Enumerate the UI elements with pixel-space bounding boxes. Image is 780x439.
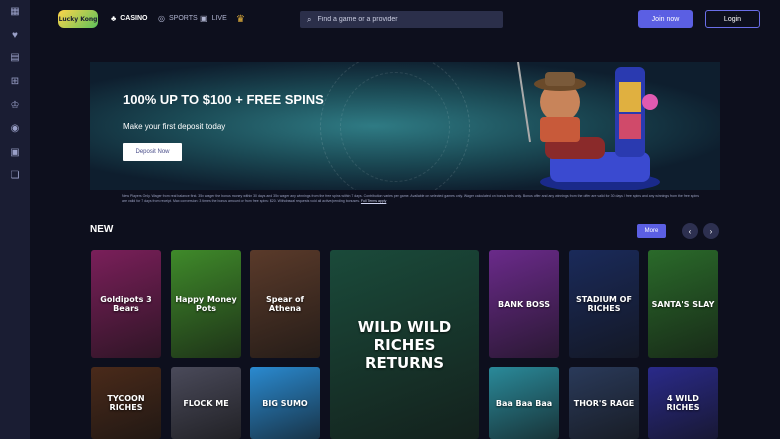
game-tile-title: WILD WILD RICHES RETURNS bbox=[357, 317, 452, 372]
game-tile-title: BANK BOSS bbox=[497, 299, 551, 309]
cowboy-slot-illustration bbox=[517, 62, 660, 190]
full-terms-link[interactable]: Full Terms apply bbox=[361, 199, 386, 203]
login-button[interactable]: Login bbox=[705, 10, 760, 28]
game-tile[interactable]: Baa Baa Baa bbox=[489, 367, 559, 439]
section-title: NEW bbox=[90, 224, 114, 235]
sidebar: ▦ ♥ ▤ ⊞ ♔ ◉ ▣ ❏ bbox=[0, 0, 30, 439]
game-tile-title: BIG SUMO bbox=[262, 398, 308, 408]
game-tile[interactable]: BIG SUMO bbox=[250, 367, 320, 439]
terms-text: New Players Only. Wager from real balanc… bbox=[122, 194, 702, 204]
more-button[interactable]: More bbox=[637, 224, 666, 238]
deposit-now-button[interactable]: Deposit Now bbox=[123, 143, 182, 161]
live-icon: ▣ bbox=[200, 14, 208, 23]
game-tile-title: THOR'S RAGE bbox=[573, 398, 635, 408]
gift-icon[interactable]: ⊞ bbox=[8, 75, 22, 87]
tiles-icon[interactable]: ▣ bbox=[8, 146, 22, 158]
nav-live[interactable]: ▣ LIVE bbox=[200, 14, 227, 23]
promo-banner: 100% UP TO $100 + FREE SPINS Make your f… bbox=[90, 62, 720, 190]
game-tile[interactable]: 4 WILD RICHES bbox=[648, 367, 718, 439]
game-tile[interactable]: SANTA'S SLAY bbox=[648, 250, 718, 358]
search-icon: ⌕ bbox=[307, 14, 312, 24]
nav-sports-label: SPORTS bbox=[168, 15, 198, 22]
grid-icon[interactable]: ▦ bbox=[8, 5, 22, 17]
game-tile[interactable]: TYCOON RICHES bbox=[91, 367, 161, 439]
banner-subtitle: Make your first deposit today bbox=[123, 122, 226, 131]
nav-casino[interactable]: ♣ CASINO bbox=[111, 14, 147, 23]
chip-icon[interactable]: ◉ bbox=[8, 122, 22, 134]
receipt-icon[interactable]: ▤ bbox=[8, 51, 22, 63]
game-tile-title: Baa Baa Baa bbox=[495, 398, 553, 408]
heart-icon[interactable]: ♥ bbox=[8, 29, 22, 41]
game-tile-title: 4 WILD RICHES bbox=[666, 394, 700, 412]
join-now-button[interactable]: Join now bbox=[638, 10, 693, 28]
search-input[interactable] bbox=[317, 16, 488, 23]
game-tile-title: Happy Money Pots bbox=[175, 295, 237, 313]
terms-body: New Players Only. Wager from real balanc… bbox=[122, 194, 699, 203]
top-bar: Lucky Kong ♣ CASINO ◎ SPORTS ▣ LIVE ♛ ⌕ … bbox=[30, 0, 780, 38]
trophy-nav-icon[interactable]: ♛ bbox=[236, 14, 245, 25]
casino-icon: ♣ bbox=[111, 14, 117, 23]
nav-live-label: LIVE bbox=[211, 15, 227, 22]
game-tile-title: FLOCK ME bbox=[183, 398, 229, 408]
chat-icon[interactable]: ❏ bbox=[8, 169, 22, 181]
search-bar[interactable]: ⌕ bbox=[300, 11, 503, 28]
next-arrow-icon[interactable]: › bbox=[703, 223, 719, 239]
prev-arrow-icon[interactable]: ‹ bbox=[682, 223, 698, 239]
game-tile[interactable]: Spear of Athena bbox=[250, 250, 320, 358]
game-tile[interactable]: FLOCK ME bbox=[171, 367, 241, 439]
game-tile-title: SANTA'S SLAY bbox=[651, 299, 715, 309]
banner-title: 100% UP TO $100 + FREE SPINS bbox=[123, 92, 324, 107]
game-tile[interactable]: STADIUM OF RICHES bbox=[569, 250, 639, 358]
game-tile[interactable]: THOR'S RAGE bbox=[569, 367, 639, 439]
trophy-icon[interactable]: ♔ bbox=[8, 99, 22, 111]
sports-icon: ◎ bbox=[158, 14, 165, 23]
game-tile-title: STADIUM OF RICHES bbox=[576, 295, 632, 313]
game-tile[interactable]: Happy Money Pots bbox=[171, 250, 241, 358]
site-logo[interactable]: Lucky Kong bbox=[58, 10, 98, 28]
game-tile-title: TYCOON RICHES bbox=[107, 394, 145, 412]
game-tile[interactable]: WILD WILD RICHES RETURNS bbox=[330, 250, 479, 439]
game-tile-title: Goldipots 3 Bears bbox=[100, 295, 152, 313]
game-tile[interactable]: BANK BOSS bbox=[489, 250, 559, 358]
game-tile[interactable]: Goldipots 3 Bears bbox=[91, 250, 161, 358]
nav-casino-label: CASINO bbox=[120, 15, 148, 22]
nav-sports[interactable]: ◎ SPORTS bbox=[158, 14, 198, 23]
game-tile-title: Spear of Athena bbox=[265, 295, 305, 313]
